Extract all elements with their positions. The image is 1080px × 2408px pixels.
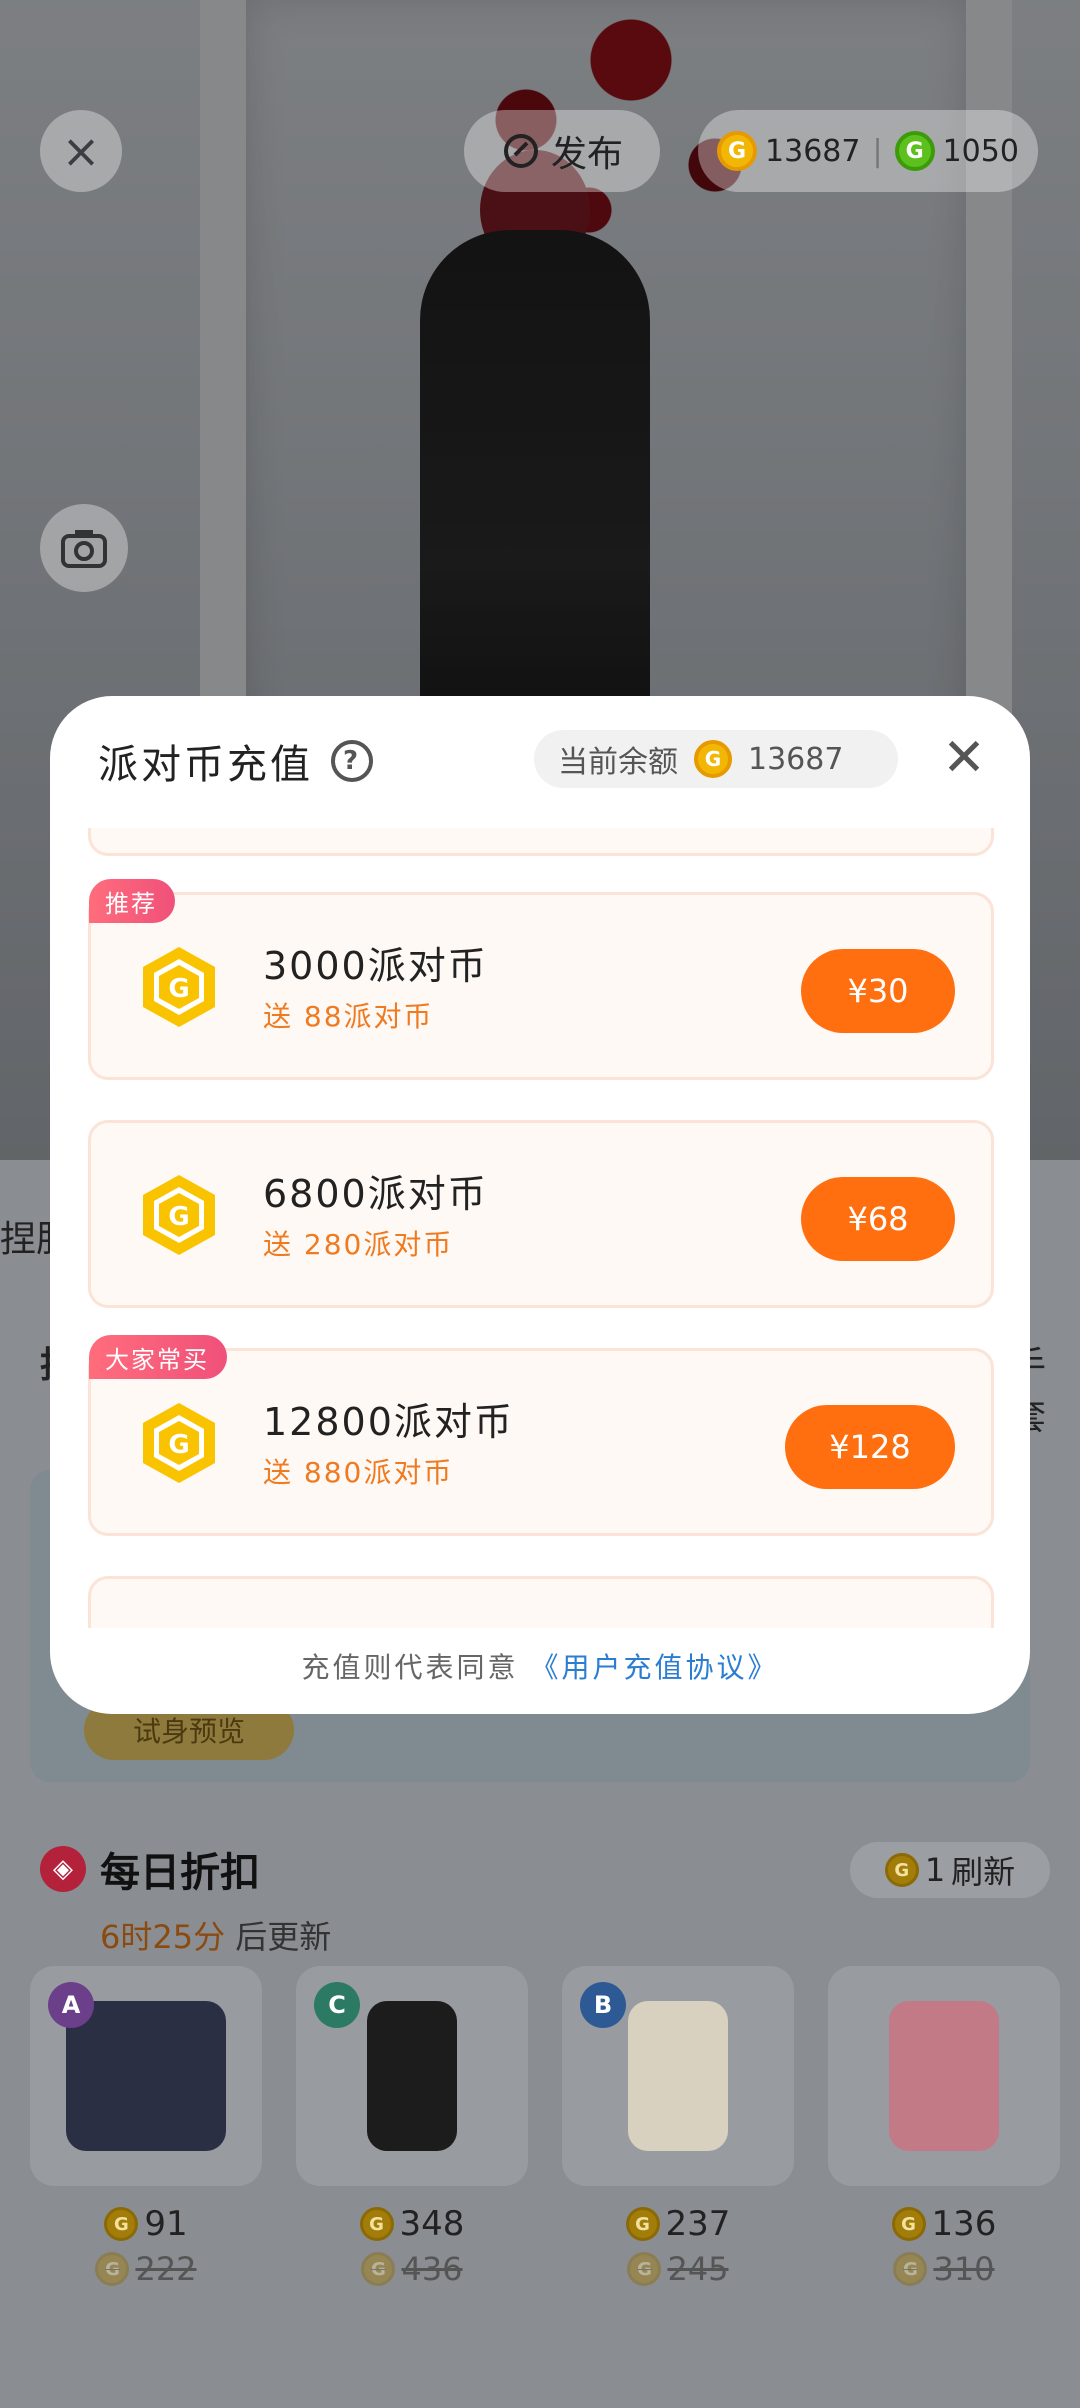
gold-coin-icon: G bbox=[95, 2252, 130, 2286]
svg-text:G: G bbox=[168, 1430, 189, 1460]
item-original-price: G 310 bbox=[893, 2250, 995, 2288]
discount-item[interactable]: G 136 G 310 bbox=[828, 1966, 1060, 2288]
dialog-header: 派对币充值 ? bbox=[98, 732, 373, 790]
package-card-partial bbox=[88, 1576, 994, 1628]
refresh-cost: 1 bbox=[924, 1851, 946, 1889]
popular-badge: 大家常买 bbox=[89, 1335, 227, 1379]
gold-coin-icon: G bbox=[694, 740, 732, 778]
package-amount: 3000派对币 bbox=[263, 944, 488, 988]
help-icon[interactable]: ? bbox=[331, 740, 373, 782]
discount-item[interactable]: A G 91 G 222 bbox=[30, 1966, 262, 2288]
recharge-dialog: 派对币充值 ? 当前余额 G 13687 ✕ 推荐 G 3000派对币 送 88… bbox=[50, 696, 1030, 1714]
rarity-badge: A bbox=[48, 1982, 94, 2028]
item-original-value: 222 bbox=[135, 2250, 197, 2288]
countdown-time: 6时25分 bbox=[100, 1918, 226, 1956]
item-original-value: 245 bbox=[667, 2250, 729, 2288]
daily-discount-heading: ◈ 每日折扣 bbox=[40, 1840, 260, 1898]
countdown-suffix: 后更新 bbox=[235, 1918, 332, 1956]
discount-item[interactable]: C G 348 G 436 bbox=[296, 1966, 528, 2288]
dialog-close-button[interactable]: ✕ bbox=[932, 726, 996, 790]
package-card[interactable]: G 6800派对币 送 280派对币 ¥68 bbox=[88, 1120, 994, 1308]
divider: | bbox=[872, 133, 883, 169]
green-coin-icon: G bbox=[894, 131, 935, 171]
dialog-title: 派对币充值 bbox=[98, 742, 313, 788]
publish-label: 发布 bbox=[550, 134, 623, 175]
item-price: G 136 bbox=[891, 2204, 997, 2244]
refresh-button[interactable]: G 1 刷新 bbox=[850, 1842, 1050, 1898]
camera-button[interactable] bbox=[40, 504, 128, 592]
buy-button[interactable]: ¥68 bbox=[801, 1177, 955, 1261]
gold-coin-icon: G bbox=[717, 131, 758, 171]
rarity-badge: B bbox=[580, 1982, 626, 2028]
discount-tag-icon: ◈ bbox=[40, 1846, 86, 1892]
current-balance: 当前余额 G 13687 bbox=[534, 730, 898, 788]
buy-button[interactable]: ¥128 bbox=[785, 1405, 955, 1489]
item-price: G 348 bbox=[359, 2204, 465, 2244]
item-card[interactable]: A bbox=[30, 1966, 262, 2186]
party-coin-icon: G bbox=[143, 1403, 215, 1483]
gold-coin-icon: G bbox=[104, 2207, 139, 2241]
package-card[interactable]: 推荐 G 3000派对币 送 88派对币 ¥30 bbox=[88, 879, 994, 1080]
currency-balance[interactable]: G 13687 | G 1050 bbox=[698, 110, 1038, 192]
buy-button[interactable]: ¥30 bbox=[801, 949, 955, 1033]
jacket-item-image bbox=[66, 2001, 226, 2151]
publish-icon bbox=[503, 134, 538, 168]
daily-discount-title: 每日折扣 bbox=[100, 1850, 260, 1896]
package-amount: 12800派对币 bbox=[263, 1400, 514, 1444]
gold-coin-icon: G bbox=[893, 2252, 928, 2286]
gold-coin-icon: G bbox=[625, 2207, 660, 2241]
agreement-notice: 充值则代表同意 《用户充值协议》 bbox=[50, 1646, 1030, 1686]
close-icon: ✕ bbox=[942, 728, 986, 788]
item-price-value: 91 bbox=[144, 2204, 188, 2244]
svg-text:G: G bbox=[168, 974, 189, 1004]
discount-item[interactable]: B G 237 G 245 bbox=[562, 1966, 794, 2288]
party-coin-icon: G bbox=[143, 1175, 215, 1255]
party-coin-icon: G bbox=[143, 947, 215, 1027]
item-price: G 237 bbox=[625, 2204, 731, 2244]
item-original-price: G 222 bbox=[95, 2250, 197, 2288]
item-price-value: 348 bbox=[399, 2204, 465, 2244]
item-original-value: 436 bbox=[401, 2250, 463, 2288]
package-amount: 6800派对币 bbox=[263, 1172, 488, 1216]
item-card[interactable]: C bbox=[296, 1966, 528, 2186]
gold-coin-icon: G bbox=[627, 2252, 662, 2286]
camera-icon bbox=[61, 530, 107, 568]
item-original-value: 310 bbox=[933, 2250, 995, 2288]
gold-coin-icon: G bbox=[359, 2207, 394, 2241]
balance-value: 13687 bbox=[748, 741, 844, 777]
publish-button[interactable]: 发布 bbox=[464, 110, 660, 192]
package-list[interactable]: 推荐 G 3000派对币 送 88派对币 ¥30 G 6800派对币 送 280… bbox=[50, 828, 1030, 1628]
rarity-badge: C bbox=[314, 1982, 360, 2028]
package-bonus: 送 280派对币 bbox=[263, 1228, 454, 1261]
refresh-label: 刷新 bbox=[951, 1853, 1016, 1891]
svg-text:G: G bbox=[168, 1202, 189, 1232]
green-coin-count: 1050 bbox=[942, 133, 1019, 169]
item-original-price: G 436 bbox=[361, 2250, 463, 2288]
gold-coin-icon: G bbox=[361, 2252, 396, 2286]
package-card-partial bbox=[88, 828, 994, 856]
agreement-prefix: 充值则代表同意 bbox=[301, 1651, 519, 1684]
item-price-value: 237 bbox=[665, 2204, 731, 2244]
boots-item-image bbox=[367, 2001, 457, 2151]
item-original-price: G 245 bbox=[627, 2250, 729, 2288]
item-card[interactable]: B bbox=[562, 1966, 794, 2186]
package-bonus: 送 880派对币 bbox=[263, 1456, 454, 1489]
discount-items: A G 91 G 222 C G 348 G 436 B G 237 G 245… bbox=[30, 1966, 1060, 2288]
balance-label: 当前余额 bbox=[558, 745, 678, 780]
item-card[interactable] bbox=[828, 1966, 1060, 2186]
gold-coin-icon: G bbox=[884, 1853, 919, 1887]
recommend-badge: 推荐 bbox=[89, 879, 175, 923]
gold-coin-count: 13687 bbox=[765, 133, 861, 169]
package-card[interactable]: 大家常买 G 12800派对币 送 880派对币 ¥128 bbox=[88, 1335, 994, 1536]
package-bonus: 送 88派对币 bbox=[263, 1000, 434, 1033]
close-icon: × bbox=[61, 124, 101, 178]
socks-item-image bbox=[628, 2001, 728, 2151]
refresh-countdown: 6时25分 后更新 bbox=[100, 1912, 331, 1958]
close-button[interactable]: × bbox=[40, 110, 122, 192]
agreement-link[interactable]: 《用户充值协议》 bbox=[530, 1651, 778, 1684]
item-price-value: 136 bbox=[931, 2204, 997, 2244]
skirt-item-image bbox=[889, 2001, 999, 2151]
item-price: G 91 bbox=[104, 2204, 188, 2244]
gold-coin-icon: G bbox=[891, 2207, 926, 2241]
